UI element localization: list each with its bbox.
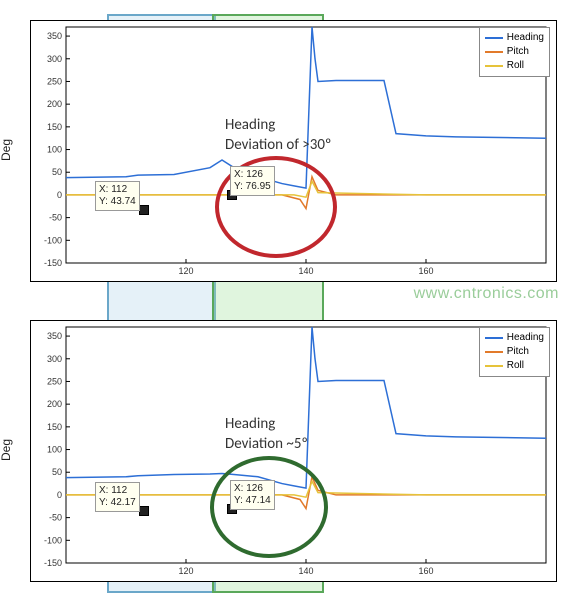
t: Y: 47.14 xyxy=(234,495,271,506)
t: Heading xyxy=(225,116,275,134)
svg-text:150: 150 xyxy=(47,122,62,132)
svg-text:140: 140 xyxy=(298,266,313,276)
legend-swatch xyxy=(485,65,503,67)
datatip: X: 126 Y: 76.95 xyxy=(230,166,275,196)
t: Y: 42.17 xyxy=(99,497,136,508)
legend-swatch xyxy=(485,337,503,339)
t: Y: 43.74 xyxy=(99,196,136,207)
svg-text:-100: -100 xyxy=(44,535,62,545)
svg-text:250: 250 xyxy=(47,376,62,386)
legend-label: Pitch xyxy=(507,45,529,59)
datatip-marker xyxy=(139,506,149,516)
legend-swatch xyxy=(485,37,503,39)
legend: Heading Pitch Roll xyxy=(479,327,550,377)
t: Deviation ~5º xyxy=(225,435,308,453)
svg-text:200: 200 xyxy=(47,99,62,109)
t: X: 126 xyxy=(234,169,263,180)
svg-text:120: 120 xyxy=(178,566,193,576)
datatip: X: 112 Y: 43.74 xyxy=(95,181,140,211)
svg-text:50: 50 xyxy=(52,467,62,477)
annotation-bottom: Heading Deviation ~5º xyxy=(225,414,308,455)
svg-text:100: 100 xyxy=(47,145,62,155)
legend: Heading Pitch Roll xyxy=(479,27,550,77)
svg-text:-50: -50 xyxy=(49,513,62,523)
legend-label: Roll xyxy=(507,59,524,73)
datatip: X: 112 Y: 42.17 xyxy=(95,482,140,512)
figure-frame: Device kept away from magnetic target De… xyxy=(0,0,569,613)
svg-text:350: 350 xyxy=(47,331,62,341)
legend-label: Heading xyxy=(507,331,544,345)
svg-text:0: 0 xyxy=(57,490,62,500)
t: Heading xyxy=(225,415,275,433)
annotation-top: Heading Deviation of >30º xyxy=(225,115,331,156)
datatip-marker xyxy=(139,205,149,215)
t: Y: 76.95 xyxy=(234,181,271,192)
svg-text:160: 160 xyxy=(418,566,433,576)
t: X: 112 xyxy=(99,485,127,496)
legend-swatch xyxy=(485,351,503,353)
svg-text:120: 120 xyxy=(178,266,193,276)
watermark: www.cntronics.com xyxy=(414,285,559,303)
legend-swatch xyxy=(485,365,503,367)
svg-text:50: 50 xyxy=(52,167,62,177)
t: X: 112 xyxy=(99,184,127,195)
svg-text:350: 350 xyxy=(47,31,62,41)
svg-text:0: 0 xyxy=(57,190,62,200)
svg-text:250: 250 xyxy=(47,76,62,86)
legend-label: Pitch xyxy=(507,345,529,359)
svg-text:200: 200 xyxy=(47,399,62,409)
y-axis-label: Deg xyxy=(0,139,13,161)
legend-swatch xyxy=(485,51,503,53)
svg-text:160: 160 xyxy=(418,266,433,276)
svg-text:300: 300 xyxy=(47,54,62,64)
svg-text:-100: -100 xyxy=(44,235,62,245)
svg-text:300: 300 xyxy=(47,354,62,364)
svg-text:-150: -150 xyxy=(44,558,62,568)
y-axis-label: Deg xyxy=(0,439,13,461)
svg-text:150: 150 xyxy=(47,422,62,432)
svg-text:-50: -50 xyxy=(49,213,62,223)
svg-text:100: 100 xyxy=(47,445,62,455)
datatip: X: 126 Y: 47.14 xyxy=(230,480,275,510)
svg-text:140: 140 xyxy=(298,566,313,576)
legend-label: Heading xyxy=(507,31,544,45)
t: Deviation of >30º xyxy=(225,136,331,154)
t: X: 126 xyxy=(234,483,263,494)
legend-label: Roll xyxy=(507,359,524,373)
svg-text:-150: -150 xyxy=(44,258,62,268)
